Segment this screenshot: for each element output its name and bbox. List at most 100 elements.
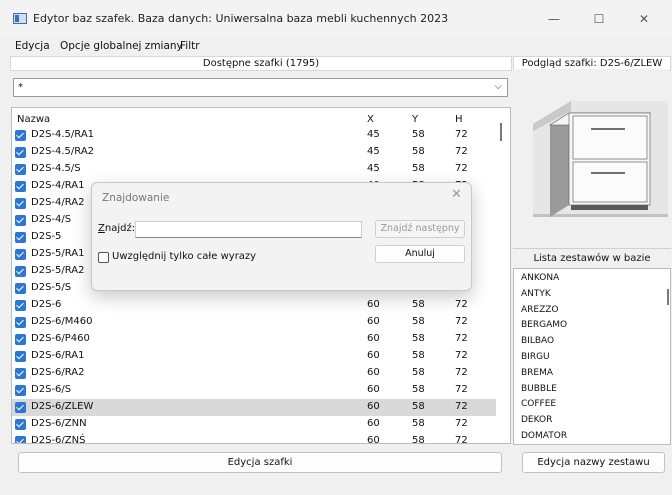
row-checkbox[interactable] [15,283,26,294]
row-checkbox[interactable] [15,419,26,430]
table-row[interactable]: D2S-6/RA2 60 58 72 [12,365,496,382]
cancel-button[interactable]: Anuluj [375,245,465,263]
cabinet-preview [513,69,668,246]
cell-y: 58 [412,367,425,378]
cell-y: 58 [412,418,425,429]
cell-name: D2S-6 [31,299,62,310]
list-item[interactable]: BREMA [521,368,553,378]
cell-x: 60 [367,350,380,361]
cell-h: 72 [455,401,468,412]
row-checkbox[interactable] [15,436,26,443]
sets-scrollbar[interactable] [667,289,669,305]
row-checkbox[interactable] [15,334,26,345]
table-row[interactable]: D2S-6/ZNŚ 60 58 72 [12,433,496,444]
edit-cabinet-button[interactable]: Edycja szafki [18,452,502,473]
dialog-title: Znajdowanie [102,192,170,204]
rename-set-button[interactable]: Edycja nazwy zestawu [522,452,665,473]
table-row[interactable]: D2S-6/M460 60 58 72 [12,314,496,331]
list-item[interactable]: DOMATOR [521,431,567,441]
whole-words-checkbox[interactable] [98,252,109,263]
cell-h: 72 [455,333,468,344]
row-checkbox[interactable] [15,300,26,311]
cell-name: D2S-6/RA2 [31,367,85,378]
column-header-h[interactable]: H [455,114,463,125]
row-checkbox[interactable] [15,351,26,362]
row-checkbox[interactable] [15,198,26,209]
menu-edycja[interactable]: Edycja [15,40,50,52]
close-icon[interactable]: ✕ [451,187,462,202]
row-checkbox[interactable] [15,385,26,396]
list-item[interactable]: ANTYK [521,289,551,299]
row-checkbox[interactable] [15,368,26,379]
list-item[interactable]: DEKOR [521,415,552,425]
cell-name: D2S-4/S [31,214,72,225]
status-bar [0,483,672,495]
table-row[interactable]: D2S-4.5/RA1 45 58 72 [12,127,496,144]
cell-h: 72 [455,146,468,157]
menu-filtr[interactable]: Filtr [180,40,200,52]
row-checkbox[interactable] [15,215,26,226]
list-item[interactable]: BIRGU [521,352,550,362]
cell-y: 58 [412,350,425,361]
cell-y: 58 [412,435,425,444]
maximize-icon[interactable]: ☐ [577,6,621,32]
list-item[interactable]: AREZZO [521,305,559,315]
cell-h: 72 [455,418,468,429]
whole-words-label[interactable]: Uwzględnij tylko całe wyrazy [112,251,256,262]
table-scrollbar[interactable] [500,123,502,141]
column-header-x[interactable]: X [367,114,374,125]
available-cabinets-header: Dostępne szafki (1795) [10,56,512,71]
row-checkbox[interactable] [15,130,26,141]
table-row[interactable]: D2S-4.5/S 45 58 72 [12,161,496,178]
table-row[interactable]: D2S-6/ZLEW 60 58 72 [12,399,496,416]
list-item[interactable]: BUBBLE [521,384,557,394]
find-input[interactable] [135,221,362,238]
cell-h: 72 [455,299,468,310]
find-label: Znajdź: [98,223,136,234]
find-dialog: Znajdowanie ✕ Znajdź: Znajdź następny An… [91,182,472,291]
table-row[interactable]: D2S-6/RA1 60 58 72 [12,348,496,365]
row-checkbox[interactable] [15,266,26,277]
table-row[interactable]: D2S-6/ZNN 60 58 72 [12,416,496,433]
cell-h: 72 [455,316,468,327]
row-checkbox[interactable] [15,317,26,328]
cell-name: D2S-4.5/RA1 [31,129,95,140]
cell-h: 72 [455,435,468,444]
row-checkbox[interactable] [15,249,26,260]
row-checkbox[interactable] [15,402,26,413]
column-header-y[interactable]: Y [412,114,418,125]
cell-h: 72 [455,350,468,361]
cell-x: 60 [367,316,380,327]
table-row[interactable]: D2S-4.5/RA2 45 58 72 [12,144,496,161]
filter-combobox[interactable]: * ⌵ [13,78,508,97]
row-checkbox[interactable] [15,164,26,175]
row-checkbox[interactable] [15,147,26,158]
cell-name: D2S-6/ZNŚ [31,435,86,444]
close-icon[interactable]: ✕ [622,6,666,32]
menu-opcje-globalnej-zmiany[interactable]: Opcje globalnej zmiany [60,40,183,52]
cell-name: D2S-5 [31,231,62,242]
row-checkbox[interactable] [15,181,26,192]
cell-x: 45 [367,129,380,140]
sets-list[interactable]: ANKONA ANTYK AREZZO BERGAMO BILBAO BIRGU BREMA… [513,268,671,445]
app-icon [13,13,27,24]
table-row[interactable]: D2S-6 60 58 72 [12,297,496,314]
cell-h: 72 [455,163,468,174]
minimize-icon[interactable]: — [532,6,576,32]
cell-name: D2S-6/RA1 [31,350,85,361]
table-row[interactable]: D2S-6/S 60 58 72 [12,382,496,399]
cell-name: D2S-6/S [31,384,72,395]
cell-y: 58 [412,129,425,140]
list-item[interactable]: ANKONA [521,273,559,283]
column-header-name[interactable]: Nazwa [17,114,50,125]
cabinet-preview-image [533,101,668,217]
list-item[interactable]: BILBAO [521,336,554,346]
list-item[interactable]: BERGAMO [521,320,567,330]
row-checkbox[interactable] [15,232,26,243]
table-row[interactable]: D2S-6/P460 60 58 72 [12,331,496,348]
find-next-button[interactable]: Znajdź następny [375,220,465,238]
list-item[interactable]: COFFEE [521,399,556,409]
chevron-down-icon[interactable]: ⌵ [494,81,502,92]
cell-x: 45 [367,146,380,157]
cell-y: 58 [412,384,425,395]
